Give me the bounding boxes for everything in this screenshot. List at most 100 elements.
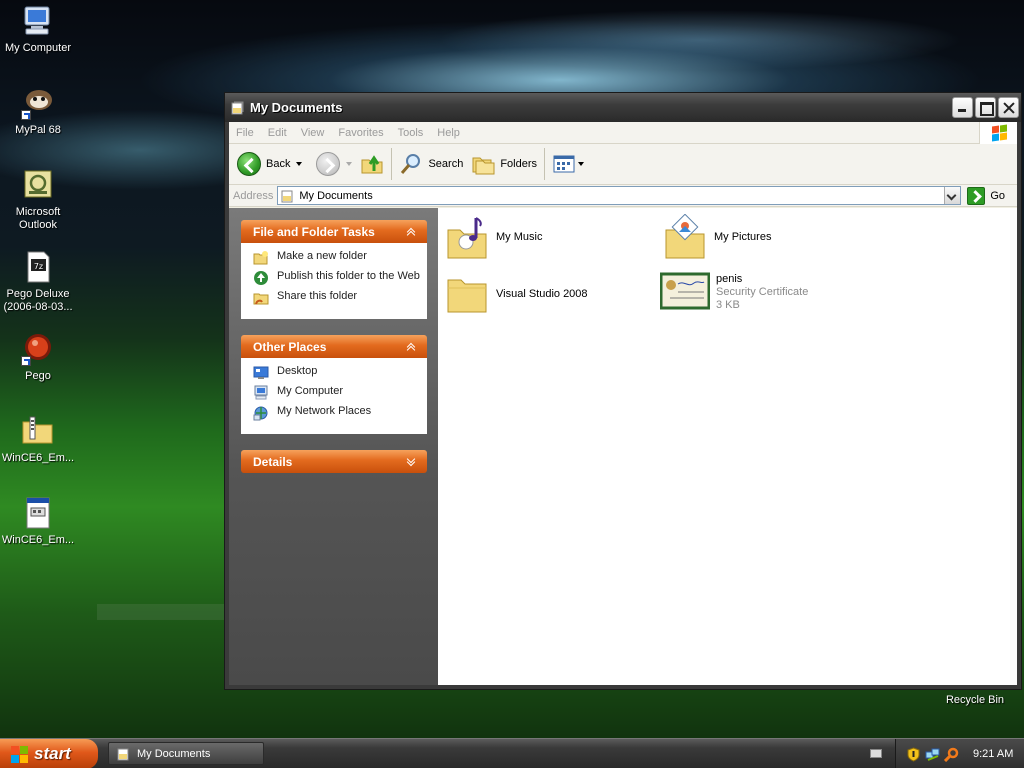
file-name: penis [716, 272, 743, 285]
taskbar-item-my-documents[interactable]: My Documents [108, 742, 264, 765]
recycle-bin-label[interactable]: Recycle Bin [930, 694, 1020, 706]
computer-icon [254, 385, 268, 400]
desktop-icon-my-computer[interactable]: My Computer [0, 4, 76, 55]
new-folder-icon [253, 251, 268, 265]
search-label: Search [428, 158, 464, 170]
file-folder-tasks-panel: File and Folder Tasks Make a new folder … [241, 220, 427, 319]
desktop-icon-wince6-zip[interactable]: WinCE6_Em... [0, 414, 76, 465]
computer-icon [21, 4, 55, 38]
back-button[interactable]: Back [233, 148, 306, 180]
task-pane: File and Folder Tasks Make a new folder … [229, 208, 438, 685]
search-button[interactable]: Search [395, 148, 467, 180]
shortcut-arrow-icon [21, 356, 31, 366]
outlook-icon [21, 168, 55, 202]
desktop-icon-label: Pego [25, 370, 51, 382]
details-header[interactable]: Details [241, 450, 427, 473]
file-name: My Pictures [714, 230, 772, 243]
file-name: My Music [496, 230, 543, 243]
file-text: penis Security Certificate 3 KB [716, 273, 808, 312]
start-button[interactable]: start [0, 739, 98, 768]
file-item-my-pictures[interactable]: My Pictures [664, 214, 771, 260]
close-button[interactable] [998, 97, 1019, 118]
menu-edit[interactable]: Edit [261, 127, 294, 139]
go-button[interactable]: Go [967, 186, 1005, 205]
menu-tools[interactable]: Tools [391, 127, 431, 139]
details-panel: Details [241, 450, 427, 473]
title-bar[interactable]: My Documents [225, 93, 1021, 122]
svg-text:7z: 7z [34, 262, 43, 271]
desktop-icon-outlook[interactable]: Microsoft Outlook [0, 168, 76, 232]
maximize-button[interactable] [975, 97, 996, 118]
task-make-new-folder[interactable]: Make a new folder [253, 250, 427, 266]
file-item-visual-studio-2008[interactable]: Visual Studio 2008 [446, 272, 588, 316]
forward-button[interactable] [312, 148, 356, 180]
windows-logo-icon [979, 122, 1017, 144]
mypal-icon [21, 86, 55, 120]
menu-help[interactable]: Help [430, 127, 467, 139]
collapse-chevron-icon[interactable] [405, 226, 418, 239]
place-my-network-places[interactable]: My Network Places [253, 405, 427, 421]
up-folder-button[interactable] [356, 148, 388, 180]
file-folder-tasks-header[interactable]: File and Folder Tasks [241, 220, 427, 243]
address-input[interactable]: My Documents [277, 186, 962, 205]
network-icon[interactable] [925, 747, 940, 762]
taskbar-item-label: My Documents [137, 747, 211, 760]
back-dropdown-icon[interactable] [296, 162, 303, 166]
task-publish-to-web[interactable]: Publish this folder to the Web [253, 270, 427, 286]
panel-body: Desktop My Computer My Network Places [241, 358, 427, 434]
back-arrow-icon [237, 152, 261, 176]
desktop-icon-pego-deluxe[interactable]: 7z Pego Deluxe (2006-08-03... [0, 250, 76, 314]
file-item-my-music[interactable]: My Music [446, 214, 542, 260]
my-documents-icon [117, 748, 129, 760]
address-dropdown-icon[interactable] [944, 187, 961, 204]
task-label: Share this folder [277, 290, 358, 302]
menu-view[interactable]: View [294, 127, 332, 139]
menu-bar: File Edit View Favorites Tools Help [229, 122, 1017, 144]
menu-favorites[interactable]: Favorites [331, 127, 390, 139]
security-shield-icon[interactable] [906, 746, 921, 762]
forward-dropdown-icon[interactable] [346, 162, 353, 166]
folders-label: Folders [500, 158, 538, 170]
folders-button[interactable]: Folders [467, 148, 541, 180]
clock[interactable]: 9:21 AM [973, 748, 1013, 760]
collapse-chevron-icon[interactable] [405, 341, 418, 354]
other-places-header[interactable]: Other Places [241, 335, 427, 358]
place-label: Desktop [277, 365, 318, 377]
windows-flag-icon [10, 745, 28, 763]
up-folder-icon [361, 155, 383, 174]
zip-folder-icon [21, 414, 55, 448]
search-tray-icon[interactable] [944, 747, 959, 762]
7z-archive-icon: 7z [21, 250, 55, 284]
panel-body: Make a new folder Publish this folder to… [241, 243, 427, 319]
search-icon [401, 154, 421, 174]
address-value: My Documents [299, 189, 373, 202]
place-my-computer[interactable]: My Computer [253, 385, 427, 401]
shortcut-arrow-icon [21, 110, 31, 120]
publish-web-icon [254, 271, 268, 285]
minimize-button[interactable] [952, 97, 973, 118]
task-label: Publish this folder to the Web [277, 270, 420, 282]
pictures-folder-icon [665, 214, 705, 259]
panel-title: Details [253, 454, 293, 469]
desktop-icon-label: Microsoft Outlook [15, 206, 61, 231]
task-label: Make a new folder [277, 250, 367, 262]
start-label: start [34, 744, 71, 763]
toolbar-separator [391, 148, 393, 180]
file-item-certificate[interactable]: penis Security Certificate 3 KB [660, 272, 808, 312]
expand-chevron-icon[interactable] [405, 456, 418, 469]
keyboard-icon[interactable] [870, 749, 882, 758]
menu-file[interactable]: File [229, 127, 261, 139]
place-desktop[interactable]: Desktop [253, 365, 427, 381]
folders-icon [472, 157, 495, 175]
views-icon [553, 155, 575, 173]
forward-arrow-icon [316, 152, 341, 176]
share-folder-icon [253, 293, 269, 305]
task-share-folder[interactable]: Share this folder [253, 290, 427, 306]
views-button[interactable] [548, 148, 588, 180]
desktop-icon-mypal[interactable]: MyPal 68 [0, 86, 76, 137]
desktop-icon-pego[interactable]: Pego [0, 332, 76, 383]
desktop-icon-wince6-doc[interactable]: WinCE6_Em... [0, 496, 76, 547]
place-label: My Computer [277, 385, 344, 397]
my-documents-icon [231, 101, 244, 114]
desktop-icon-label: WinCE6_Em... [1, 452, 75, 464]
